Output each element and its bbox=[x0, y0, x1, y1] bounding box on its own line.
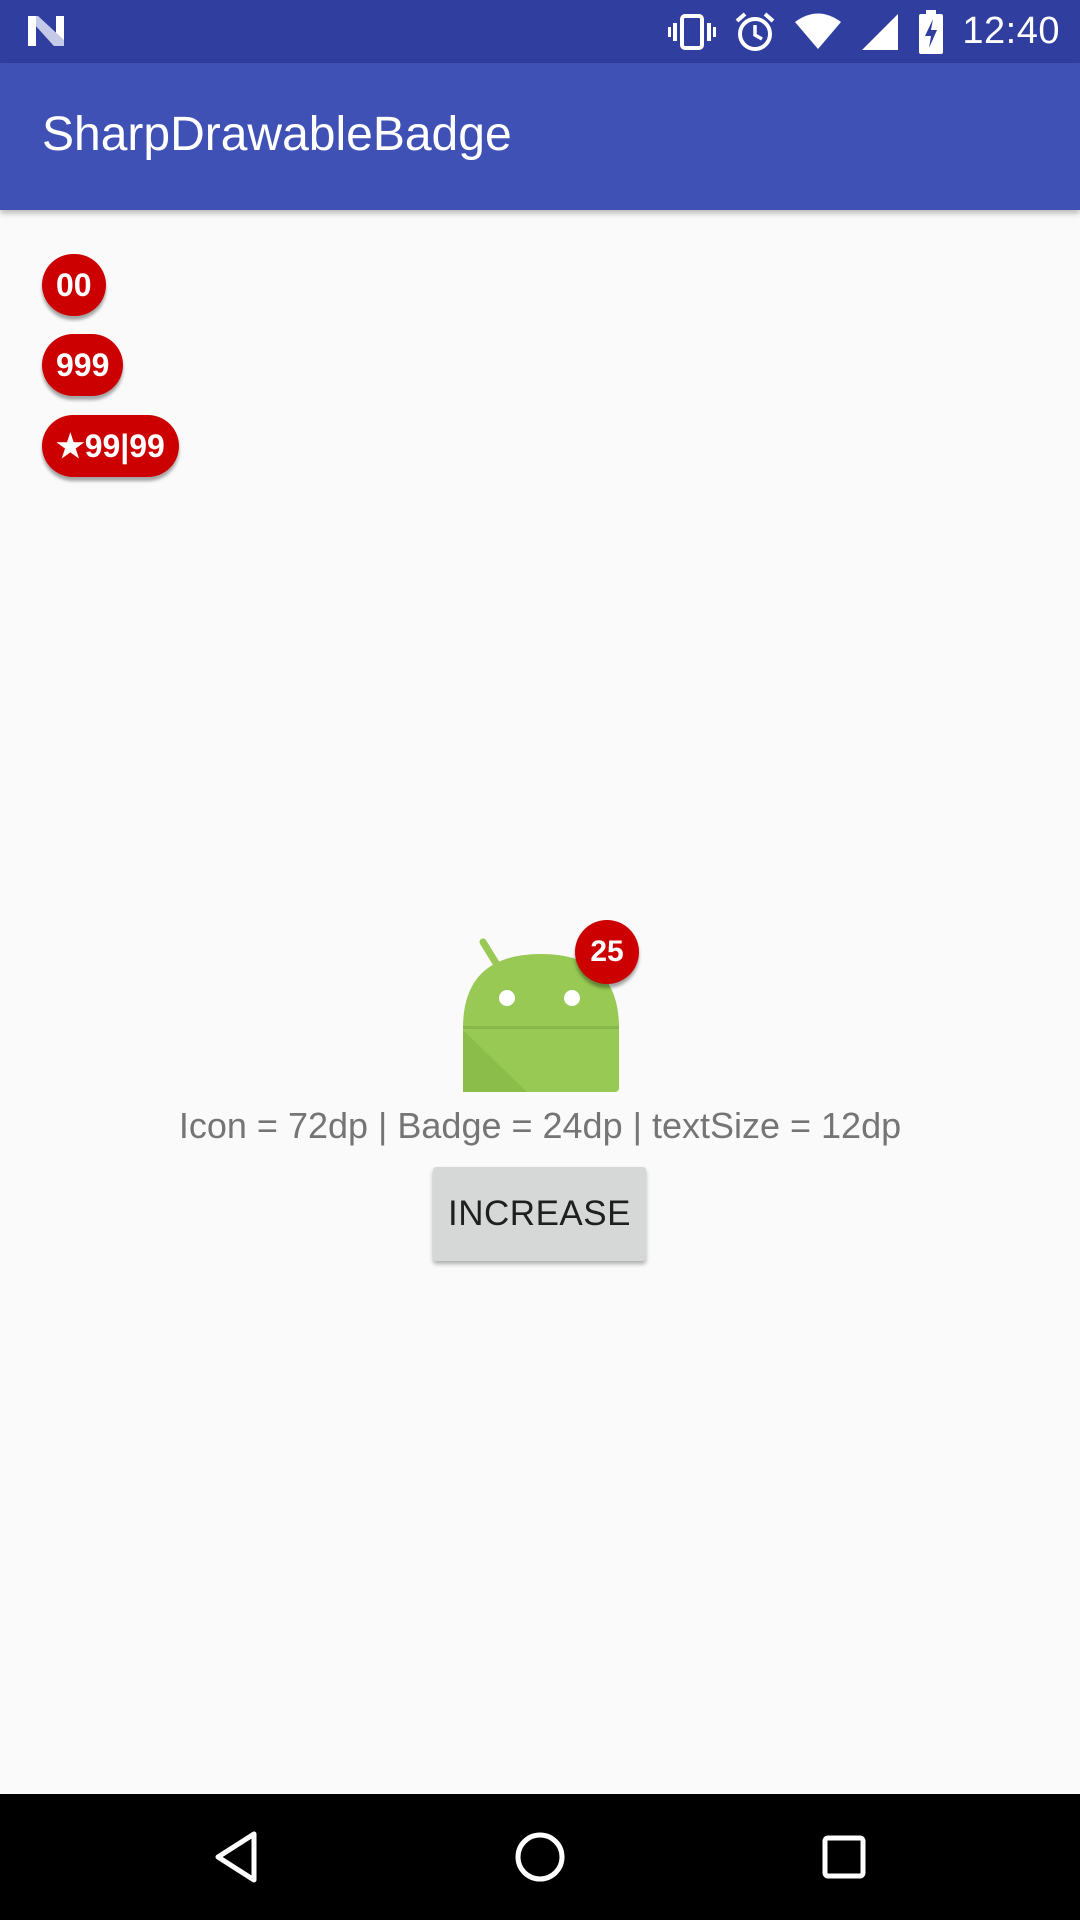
increase-button[interactable]: INCREASE bbox=[433, 1167, 646, 1261]
main-content: 00 999 ★99|99 25 Icon = 72dp | Badge = 2… bbox=[0, 210, 1080, 1794]
home-button[interactable] bbox=[460, 1794, 620, 1920]
vibrate-icon bbox=[668, 13, 717, 50]
battery-charging-icon bbox=[919, 9, 944, 54]
app-title: SharpDrawableBadge bbox=[42, 108, 512, 161]
status-icons: 12:40 bbox=[668, 0, 1060, 63]
back-icon bbox=[215, 1831, 257, 1883]
back-button[interactable] bbox=[156, 1794, 316, 1920]
n-logo-icon bbox=[28, 16, 64, 46]
alarm-icon bbox=[736, 11, 775, 51]
nav-bar bbox=[0, 1794, 1080, 1920]
badge-2: 999 bbox=[42, 334, 124, 396]
signal-icon bbox=[862, 13, 899, 50]
recents-icon bbox=[822, 1835, 866, 1879]
icon-badge: 25 bbox=[575, 920, 639, 984]
status-time: 12:40 bbox=[962, 10, 1060, 52]
app-bar: SharpDrawableBadge bbox=[0, 63, 1080, 210]
badge-1: 00 bbox=[42, 254, 106, 316]
wifi-icon bbox=[795, 13, 842, 49]
recents-button[interactable] bbox=[764, 1794, 924, 1920]
android-icon-with-badge: 25 bbox=[455, 920, 645, 1100]
caption: Icon = 72dp | Badge = 24dp | textSize = … bbox=[178, 1105, 902, 1146]
home-icon bbox=[515, 1832, 565, 1882]
badge-3: ★99|99 bbox=[42, 415, 179, 477]
status-bar: 12:40 bbox=[0, 0, 1080, 63]
